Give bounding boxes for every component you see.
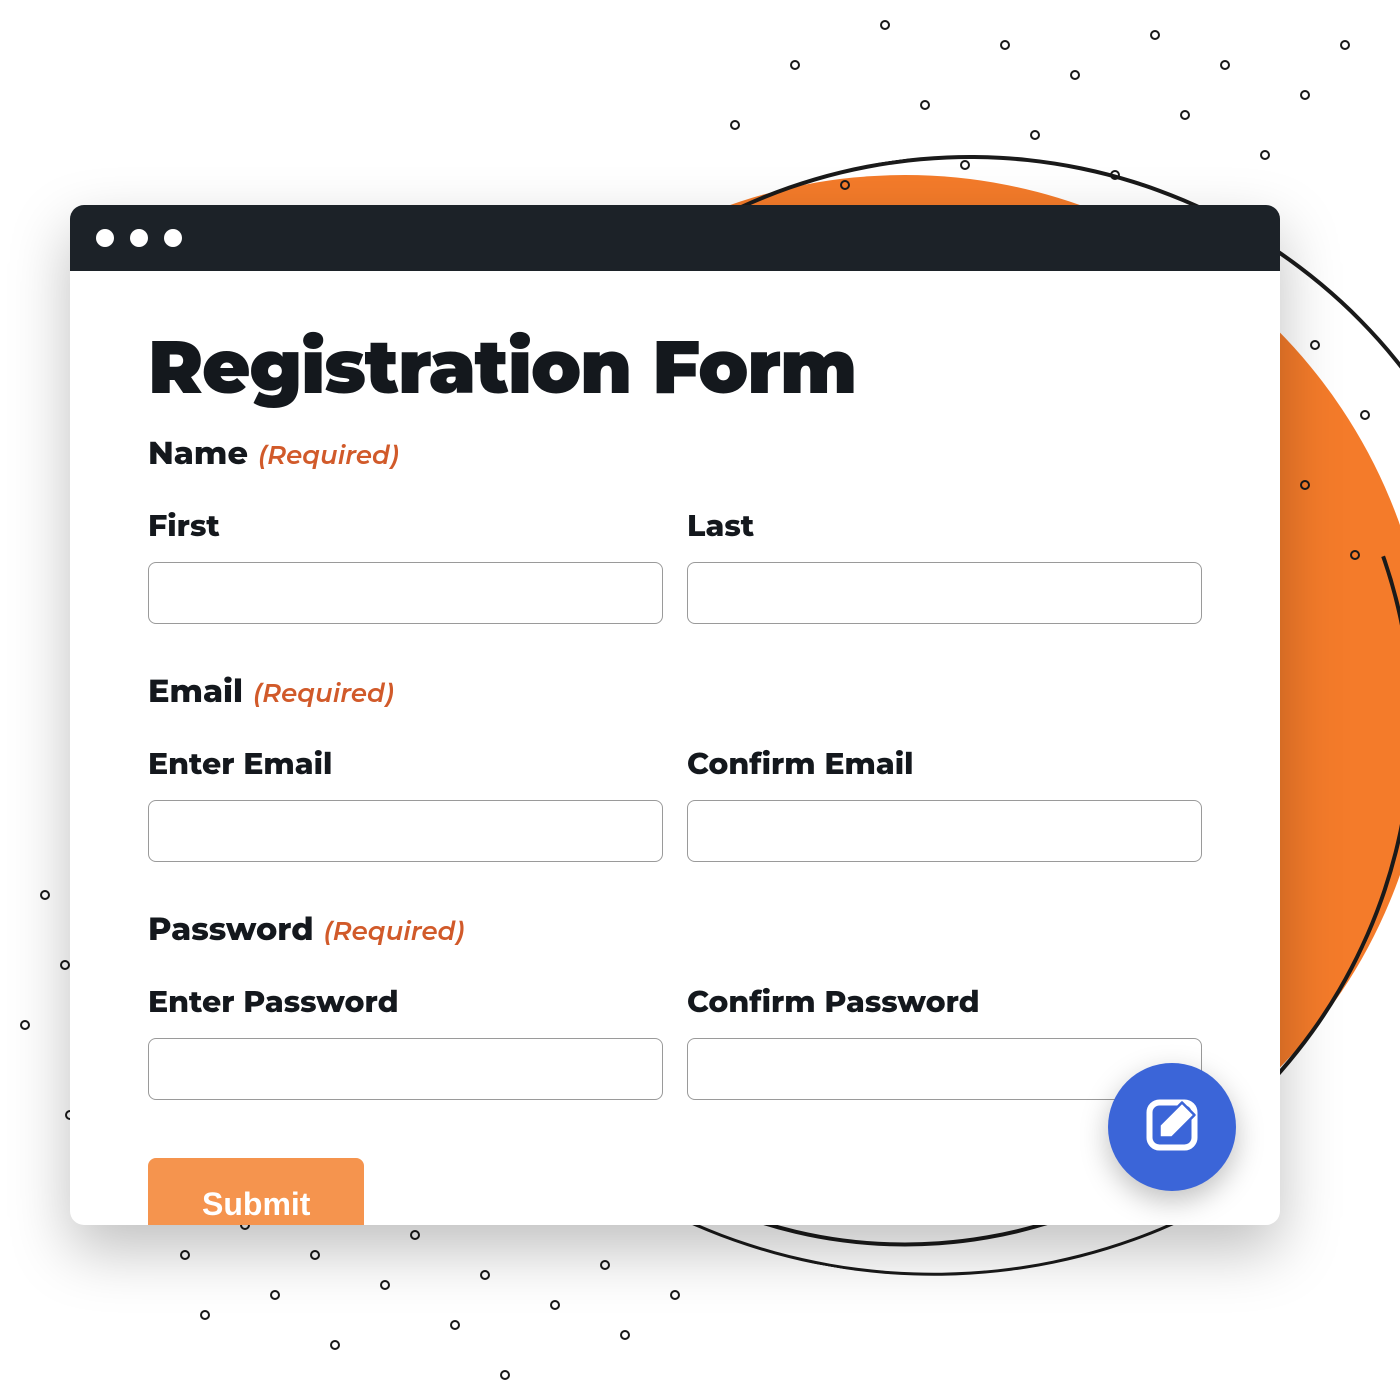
form-container: Registration Form Name (Required) First … [70, 271, 1280, 1225]
label-last-name: Last [687, 507, 1202, 544]
label-enter-password: Enter Password [148, 983, 663, 1020]
confirm-email-input[interactable] [687, 800, 1202, 862]
required-indicator: (Required) [253, 677, 394, 709]
edit-icon [1142, 1095, 1202, 1160]
section-label-password: Password (Required) [148, 910, 1202, 949]
window-control-close-icon[interactable] [96, 229, 114, 247]
label-first-name: First [148, 507, 663, 544]
required-indicator: (Required) [258, 439, 399, 471]
section-name-text: Name [148, 434, 248, 473]
browser-window: Registration Form Name (Required) First … [70, 205, 1280, 1225]
label-confirm-email: Confirm Email [687, 745, 1202, 782]
section-label-name: Name (Required) [148, 434, 1202, 473]
submit-button[interactable]: Submit [148, 1158, 364, 1225]
label-confirm-password: Confirm Password [687, 983, 1202, 1020]
window-control-minimize-icon[interactable] [130, 229, 148, 247]
section-email-text: Email [148, 672, 243, 711]
form-title: Registration Form [148, 321, 1202, 412]
window-control-maximize-icon[interactable] [164, 229, 182, 247]
enter-password-input[interactable] [148, 1038, 663, 1100]
required-indicator: (Required) [324, 915, 465, 947]
section-label-email: Email (Required) [148, 672, 1202, 711]
enter-email-input[interactable] [148, 800, 663, 862]
label-enter-email: Enter Email [148, 745, 663, 782]
last-name-input[interactable] [687, 562, 1202, 624]
dot-cluster-right [1290, 320, 1400, 620]
edit-fab[interactable] [1108, 1063, 1236, 1191]
window-titlebar [70, 205, 1280, 271]
section-password-text: Password [148, 910, 314, 949]
first-name-input[interactable] [148, 562, 663, 624]
